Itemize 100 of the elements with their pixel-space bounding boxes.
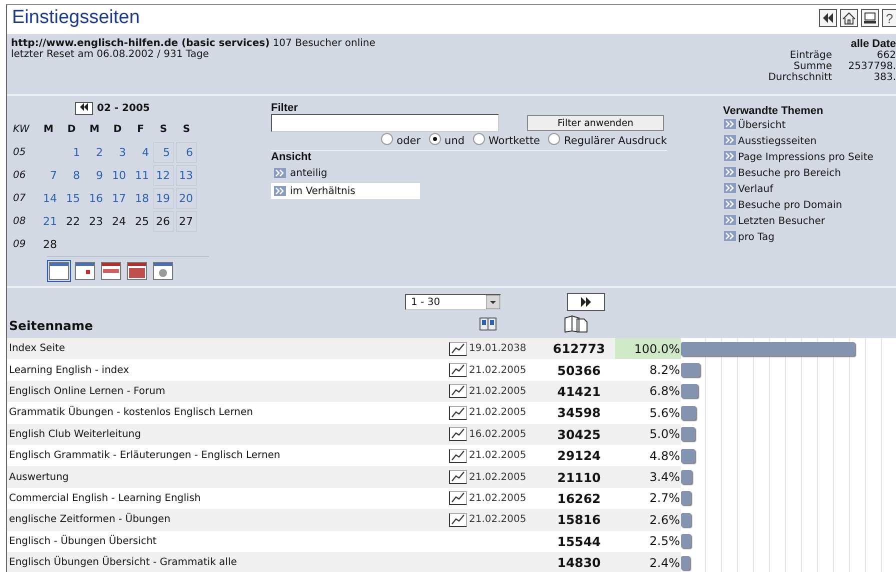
- day-link[interactable]: 12: [156, 169, 170, 182]
- related-link[interactable]: Letzten Besucher: [723, 214, 893, 229]
- date-cell: 21.02.2005: [469, 364, 526, 376]
- radio-label: Wortkette: [488, 135, 540, 147]
- day-link[interactable]: 19: [156, 192, 170, 205]
- related-link[interactable]: Page Impressions pro Seite: [723, 150, 893, 165]
- trend-chart-icon[interactable]: [449, 427, 467, 442]
- related-link[interactable]: Besuche pro Domain: [723, 198, 893, 213]
- percent-cell-text: 2.4%: [648, 554, 681, 572]
- percent-cell-text: 8.2%: [648, 362, 681, 380]
- calendar-view-button[interactable]: [99, 260, 123, 282]
- previous-month-button[interactable]: [75, 102, 93, 115]
- radio-button[interactable]: [548, 133, 560, 145]
- related-heading: Verwandte Themen: [723, 105, 824, 117]
- trend-chart-icon[interactable]: [449, 406, 467, 420]
- weekday-heading: S: [158, 124, 168, 135]
- date-cell: 21.02.2005: [469, 492, 526, 504]
- radio-label: Regulärer Ausdruck: [564, 135, 667, 147]
- chevron-icon: [724, 119, 736, 129]
- radio-button[interactable]: [380, 133, 393, 145]
- day-link[interactable]: 10: [112, 169, 126, 182]
- chevron-icon: [274, 186, 286, 196]
- radio-button[interactable]: [428, 133, 441, 145]
- trend-chart-icon[interactable]: [449, 512, 467, 527]
- day-number: 25: [135, 215, 149, 228]
- day-link[interactable]: 14: [43, 192, 57, 205]
- percent-cell: 100.0%: [615, 338, 681, 360]
- day-link[interactable]: 8: [73, 169, 80, 182]
- view-option[interactable]: im Verhältnis: [271, 183, 420, 199]
- percent-cell-text: 2.6%: [648, 512, 681, 529]
- chevron-icon: [724, 151, 736, 161]
- next-page-button[interactable]: [567, 293, 605, 311]
- week-number: 05: [13, 147, 27, 158]
- day-link[interactable]: 13: [179, 169, 193, 182]
- calendar-view-button[interactable]: [47, 260, 71, 282]
- day-link[interactable]: 20: [179, 192, 193, 205]
- day-link[interactable]: 17: [112, 192, 126, 205]
- day-link[interactable]: 4: [142, 146, 149, 159]
- apply-filter-button[interactable]: Filter anwenden: [527, 115, 664, 131]
- help-button[interactable]: ?: [882, 9, 896, 27]
- day-link[interactable]: 1: [73, 146, 80, 159]
- date-cell: 21.02.2005: [469, 450, 526, 462]
- page-name-cell-text: Index Seite: [8, 343, 66, 354]
- trend-chart-icon[interactable]: [449, 342, 467, 356]
- day-link[interactable]: 5: [163, 146, 170, 159]
- chevron-icon: [724, 167, 736, 177]
- day-link[interactable]: 6: [186, 146, 193, 159]
- radio-button[interactable]: [472, 133, 485, 145]
- chevron-icon: [724, 183, 736, 193]
- monitor-button[interactable]: [861, 9, 879, 27]
- day-link[interactable]: 11: [135, 169, 149, 182]
- trend-chart-icon[interactable]: [449, 470, 467, 484]
- weekday-heading: S: [182, 124, 192, 135]
- day-link[interactable]: 3: [119, 146, 126, 159]
- filter-input[interactable]: [271, 114, 499, 132]
- page-name-cell-text: Englisch Grammatik - Erläuterungen - Englisch Lernen: [8, 450, 282, 462]
- stat-label: Durchschnitt: [767, 72, 832, 83]
- page-name-cell-text: Auswertung: [8, 472, 70, 483]
- page-name-cell-text: Englisch Übungen Übersicht - Grammatik alle: [8, 557, 238, 568]
- trend-chart-icon[interactable]: [449, 448, 467, 463]
- reset-info: letzter Reset am 06.08.2002 / 931 Tage: [11, 49, 210, 60]
- day-link[interactable]: 7: [50, 169, 57, 182]
- calendar-view-button[interactable]: [151, 260, 175, 282]
- back-button[interactable]: [819, 9, 837, 27]
- count-cell-text: 15816: [556, 512, 602, 528]
- day-number: 26: [156, 215, 170, 228]
- page-name-cell-text: English Club Weiterleitung: [8, 428, 142, 440]
- day-link[interactable]: 2: [96, 146, 103, 159]
- calendar-view-button[interactable]: [73, 260, 97, 282]
- monitor-icon: [863, 12, 877, 24]
- day-link[interactable]: 9: [96, 169, 103, 182]
- rewind-icon: [822, 13, 834, 23]
- weekday-heading: M: [42, 124, 54, 135]
- day-link[interactable]: 16: [89, 192, 103, 205]
- chevron-icon: [724, 135, 736, 145]
- trend-chart-icon[interactable]: [449, 363, 467, 378]
- related-link[interactable]: Besuche pro Bereich: [723, 166, 893, 181]
- page-name-cell-text: Englisch - Übungen Übersicht: [8, 536, 158, 547]
- count-cell-text: 30425: [556, 426, 602, 442]
- view-option[interactable]: anteilig: [271, 165, 420, 181]
- related-link[interactable]: pro Tag: [723, 230, 893, 245]
- home-icon: [842, 12, 856, 24]
- date-cell: 21.02.2005: [469, 407, 526, 418]
- day-link[interactable]: 15: [66, 192, 80, 205]
- related-link[interactable]: Verlauf: [723, 182, 893, 197]
- percent-cell-text: 6.8%: [648, 383, 681, 400]
- related-link[interactable]: Übersicht: [723, 118, 893, 133]
- day-link[interactable]: 18: [135, 192, 149, 205]
- day-link[interactable]: 21: [43, 215, 57, 228]
- trend-chart-icon[interactable]: [449, 384, 467, 398]
- home-button[interactable]: [840, 9, 858, 27]
- weekday-heading: D: [66, 124, 77, 135]
- page-name-cell-text: Commercial English - Learning English: [8, 492, 202, 504]
- trend-chart-icon[interactable]: [449, 491, 467, 506]
- range-dropdown[interactable]: 1 - 30: [405, 294, 501, 310]
- week-number: 07: [13, 193, 27, 204]
- calendar-view-button[interactable]: [125, 260, 149, 282]
- count-cell-text: 612773: [552, 341, 606, 356]
- related-link[interactable]: Ausstiegsseiten: [723, 134, 893, 149]
- rewind-icon: [79, 103, 89, 111]
